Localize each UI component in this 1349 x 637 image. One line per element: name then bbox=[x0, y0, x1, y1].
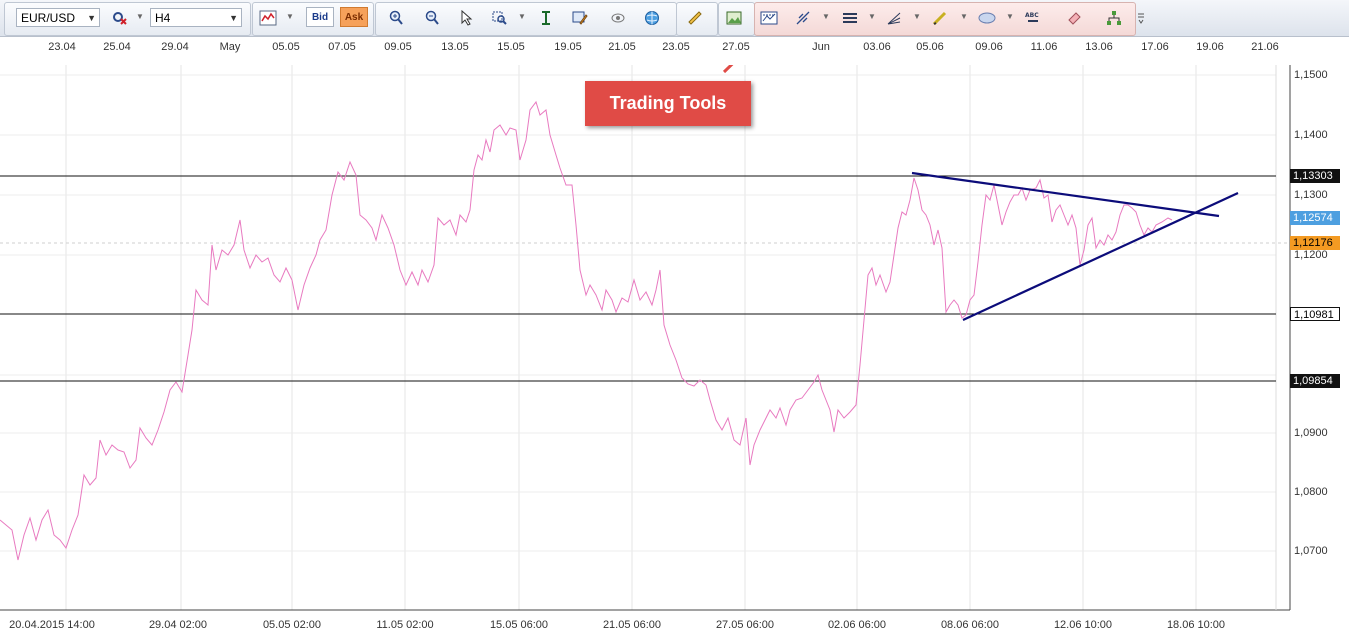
top-date-label: 27.05 bbox=[722, 41, 750, 53]
price-tick-label: 1,0700 bbox=[1294, 545, 1328, 557]
toolbar-options-icon[interactable] bbox=[1132, 7, 1150, 29]
top-date-label: 29.04 bbox=[161, 41, 189, 53]
pencil-icon[interactable] bbox=[928, 7, 952, 29]
objects-tree-icon[interactable] bbox=[1102, 7, 1126, 29]
zoom-out-icon[interactable] bbox=[420, 7, 444, 29]
zoom-area-icon[interactable] bbox=[488, 7, 512, 29]
chevron-down-icon[interactable]: ▼ bbox=[822, 12, 830, 21]
top-date-label: 19.05 bbox=[554, 41, 582, 53]
chevron-down-icon[interactable]: ▼ bbox=[518, 12, 526, 21]
top-date-label: 25.04 bbox=[103, 41, 131, 53]
timeframe-value: H4 bbox=[155, 11, 171, 25]
chevron-down-icon[interactable]: ▼ bbox=[913, 12, 921, 21]
top-date-label: 21.05 bbox=[608, 41, 636, 53]
price-tick-label: 1,0900 bbox=[1294, 427, 1328, 439]
top-date-label: 13.06 bbox=[1085, 41, 1113, 53]
remove-symbol-icon[interactable] bbox=[108, 7, 132, 29]
top-date-label: May bbox=[219, 41, 241, 53]
trading-tools-callout: Trading Tools bbox=[585, 81, 751, 126]
bottom-time-label: 05.05 02:00 bbox=[262, 619, 322, 631]
eye-icon[interactable] bbox=[606, 7, 630, 29]
top-date-axis: 23.04 25.04 29.04 May 05.05 07.05 09.05 … bbox=[0, 37, 1290, 65]
ask-button[interactable]: Ask bbox=[340, 7, 368, 27]
top-date-label: 03.06 bbox=[863, 41, 891, 53]
top-date-label: 21.06 bbox=[1251, 41, 1279, 53]
top-date-label: 11.06 bbox=[1030, 41, 1058, 53]
top-date-label: 23.05 bbox=[662, 41, 690, 53]
price-chart[interactable] bbox=[0, 65, 1349, 637]
lower-trendline[interactable] bbox=[962, 192, 1239, 321]
ellipse-icon[interactable] bbox=[975, 7, 999, 29]
cursor-icon[interactable] bbox=[454, 7, 478, 29]
bottom-time-label: 08.06 06:00 bbox=[940, 619, 1000, 631]
svg-text:ABC: ABC bbox=[1025, 12, 1039, 19]
symbol-value: EUR/USD bbox=[21, 11, 76, 25]
price-tick-label: 1,1300 bbox=[1294, 189, 1328, 201]
bottom-time-label: 20.04.2015 14:00 bbox=[9, 619, 95, 631]
bottom-time-label: 12.06 10:00 bbox=[1053, 619, 1113, 631]
vertical-grid bbox=[65, 65, 1197, 610]
top-date-label: 13.05 bbox=[441, 41, 469, 53]
bottom-time-label: 02.06 06:00 bbox=[827, 619, 887, 631]
timeframe-select[interactable]: H4 ▼ bbox=[150, 8, 242, 27]
top-date-label: 23.04 bbox=[48, 41, 76, 53]
support-price-badge-1: 1,10981 bbox=[1290, 307, 1340, 321]
trading-tools-icon[interactable] bbox=[757, 7, 781, 29]
support-price-badge-2: 1,09854 bbox=[1290, 374, 1340, 388]
horizontal-lines-icon[interactable] bbox=[838, 7, 862, 29]
bottom-time-label: 18.06 10:00 bbox=[1166, 619, 1226, 631]
bottom-time-label: 11.05 02:00 bbox=[376, 619, 434, 631]
toolbar: EUR/USD ▼ ▼ H4 ▼ ▼ Bid Ask ▼ ▼ ▼ ▼ ▼ ▼ A… bbox=[0, 0, 1349, 37]
bottom-time-label: 27.05 06:00 bbox=[715, 619, 775, 631]
fibonacci-icon[interactable] bbox=[791, 7, 815, 29]
crosshair-icon[interactable] bbox=[534, 7, 558, 29]
price-line bbox=[0, 100, 1173, 561]
bottom-time-label: 29.04 02:00 bbox=[148, 619, 208, 631]
price-tick-label: 1,1400 bbox=[1294, 129, 1328, 141]
top-date-label: 17.06 bbox=[1141, 41, 1169, 53]
text-tool-icon[interactable]: ABC bbox=[1021, 7, 1045, 29]
top-date-label: 15.05 bbox=[497, 41, 525, 53]
ruler-icon[interactable] bbox=[683, 7, 707, 29]
edit-chart-icon[interactable] bbox=[568, 7, 592, 29]
chevron-down-icon[interactable]: ▼ bbox=[286, 12, 294, 21]
top-date-label: 09.06 bbox=[975, 41, 1003, 53]
zoom-in-icon[interactable] bbox=[384, 7, 408, 29]
price-tick-label: 1,1200 bbox=[1294, 249, 1328, 261]
chevron-down-icon[interactable]: ▼ bbox=[868, 12, 876, 21]
chevron-down-icon[interactable]: ▼ bbox=[960, 12, 968, 21]
top-date-label: Jun bbox=[812, 41, 830, 53]
price-tick-label: 1,0800 bbox=[1294, 486, 1328, 498]
screenshot-icon[interactable] bbox=[722, 7, 746, 29]
bottom-time-label: 15.05 06:00 bbox=[489, 619, 549, 631]
globe-icon[interactable] bbox=[640, 7, 664, 29]
symbol-select[interactable]: EUR/USD ▼ bbox=[16, 8, 100, 27]
chart-type-icon[interactable] bbox=[256, 7, 280, 29]
chevron-down-icon[interactable]: ▼ bbox=[136, 12, 144, 21]
top-date-label: 05.05 bbox=[272, 41, 300, 53]
chevron-down-icon: ▼ bbox=[229, 13, 238, 23]
price-tick-label: 1,1500 bbox=[1294, 69, 1328, 81]
resistance-price-badge: 1,13303 bbox=[1290, 169, 1340, 183]
callout-arrow bbox=[722, 65, 734, 74]
ask-price-badge: 1,12574 bbox=[1290, 211, 1340, 225]
bottom-time-label: 21.05 06:00 bbox=[602, 619, 662, 631]
top-date-label: 05.06 bbox=[916, 41, 944, 53]
chevron-down-icon: ▼ bbox=[87, 13, 96, 23]
top-date-label: 19.06 bbox=[1196, 41, 1224, 53]
bid-price-badge: 1,12176 bbox=[1290, 236, 1340, 250]
top-date-label: 09.05 bbox=[384, 41, 412, 53]
eraser-icon[interactable] bbox=[1062, 7, 1086, 29]
chevron-down-icon[interactable]: ▼ bbox=[1006, 12, 1014, 21]
horizontal-grid bbox=[0, 74, 1276, 552]
top-date-label: 07.05 bbox=[328, 41, 356, 53]
bid-button[interactable]: Bid bbox=[306, 7, 334, 27]
gann-fan-icon[interactable] bbox=[882, 7, 906, 29]
